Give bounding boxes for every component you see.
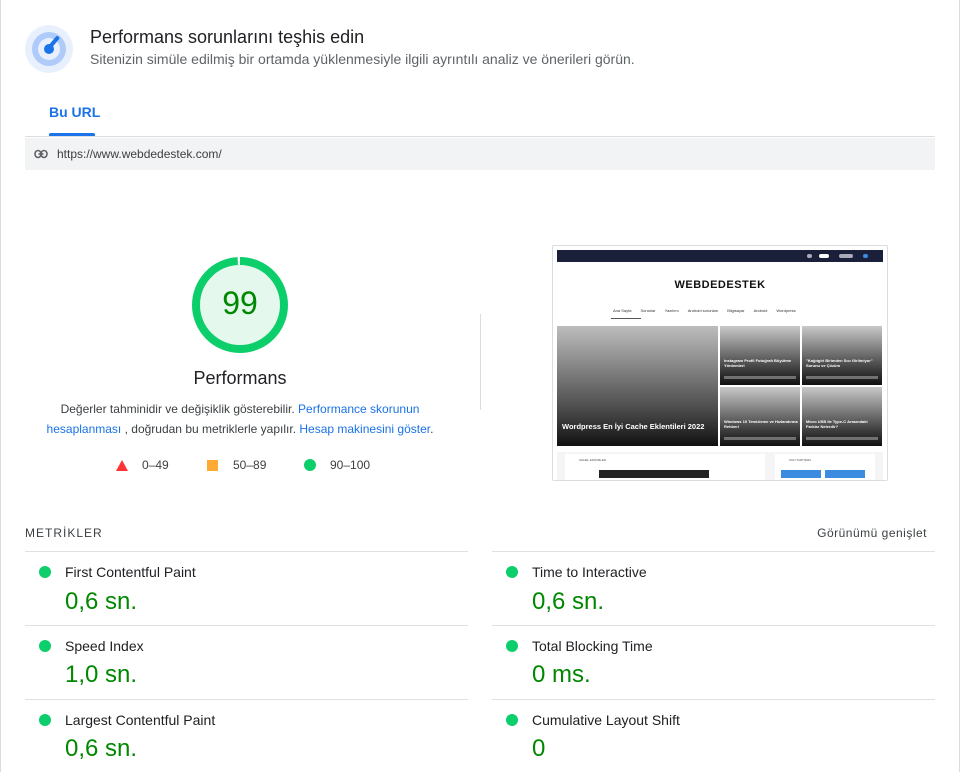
preview-card-title: "Kağıtgiri Birimden Sıcı Girilmiyor" Sor… (806, 358, 873, 368)
preview-nav-item: Wordpress (776, 308, 796, 313)
performance-score: 99 (222, 285, 258, 321)
section-title: Performans sorunlarını teşhis edin (90, 27, 365, 47)
preview-section-right: SON TARTIŞMA (789, 458, 812, 462)
metric-divider (492, 699, 935, 700)
metric-status-icon (506, 640, 518, 652)
metric-si-value: 1,0 sn. (65, 661, 138, 688)
metric-tbt-name: Total Blocking Time (532, 638, 653, 654)
preview-card-title: Micro USB ile Type-C Arasındaki Farklar … (806, 419, 868, 429)
preview-nav-item: Bilgisayar (727, 308, 745, 313)
metric-status-icon (39, 640, 51, 652)
legend-fail-range: 0–49 (142, 458, 169, 472)
description-text-1: Değerler tahminidir ve değişiklik göster… (60, 402, 299, 416)
preview-card: Windows 10 Temizleme ve Hızlandırma Rehb… (720, 387, 800, 446)
preview-topbar (557, 250, 883, 262)
metric-divider (492, 625, 935, 626)
page-screenshot-thumbnail: WEBDEDESTEK Ana Sayfa Sorunlar Yazılımı And… (552, 245, 888, 481)
calculator-link[interactable]: Hesap makinesini göster (299, 422, 430, 436)
description-text-2: , doğrudan bu metriklerle yapılır. (121, 422, 300, 436)
preview-nav-item: Ana Sayfa (613, 308, 632, 313)
metric-si-name: Speed Index (65, 638, 144, 654)
metric-lcp-name: Largest Contentful Paint (65, 712, 216, 728)
preview-nav-item: Yazılımı (664, 308, 679, 313)
metric-tti-value: 0,6 sn. (532, 588, 605, 615)
metric-tbt-value: 0 ms. (532, 661, 591, 688)
preview-bottom-section: GENEL ERİŞİMLER SON TARTIŞMA (557, 452, 883, 480)
preview-nav-item: Sorunlar (640, 308, 656, 313)
average-square-icon (207, 460, 218, 471)
preview-logo: WEBDEDESTEK (674, 279, 766, 291)
preview-nav-underline (611, 318, 641, 319)
preview-nav-item: Android (753, 308, 768, 313)
preview-card-title: Instagram Profil Fotoğrafı Büyütme Yönte… (724, 358, 792, 368)
metric-fcp-name: First Contentful Paint (65, 564, 196, 580)
metric-divider (25, 551, 468, 552)
fail-triangle-icon (116, 460, 128, 471)
description-text-3: . (430, 422, 434, 436)
link-icon (34, 149, 48, 159)
analyzed-url: https://www.webdedestek.com/ (57, 147, 222, 161)
metric-cls-name: Cumulative Layout Shift (532, 712, 680, 728)
metric-lcp-value: 0,6 sn. (65, 735, 138, 762)
metric-status-icon (39, 714, 51, 726)
preview-section-left: GENEL ERİŞİMLER (579, 458, 607, 462)
metric-tti-name: Time to Interactive (532, 564, 647, 580)
metric-divider (25, 625, 468, 626)
metric-divider (25, 699, 468, 700)
tab-this-url[interactable]: Bu URL (49, 104, 100, 120)
expand-view-toggle[interactable]: Görünümü genişlet (817, 526, 927, 540)
metric-cls-value: 0 (532, 735, 546, 762)
pass-circle-icon (304, 459, 316, 471)
performance-label: Performans (193, 368, 287, 388)
preview-card: "Kağıtgiri Birimden Sıcı Girilmiyor" Sor… (802, 326, 882, 385)
metric-fcp-value: 0,6 sn. (65, 588, 138, 615)
preview-hero-image: Wordpress En İyi Cache Eklentileri 2022 (557, 326, 718, 446)
score-description: Değerler tahminidir ve değişiklik göster… (40, 399, 440, 439)
speed-gauge-icon (25, 25, 73, 73)
metrics-heading: METRİKLER (25, 526, 103, 540)
metric-status-icon (39, 566, 51, 578)
preview-card: Instagram Profil Fotoğrafı Büyütme Yönte… (720, 326, 800, 385)
legend-average-range: 50–89 (233, 458, 267, 472)
preview-hero-title: Wordpress En İyi Cache Eklentileri 2022 (562, 422, 705, 431)
section-subtitle: Sitenizin simüle edilmiş bir ortamda yük… (90, 51, 635, 67)
metric-divider (492, 551, 935, 552)
preview-card: Micro USB ile Type-C Arasındaki Farklar … (802, 387, 882, 446)
tab-divider (25, 136, 935, 137)
preview-nav-item: Android sorunları (687, 308, 719, 313)
preview-nav: Ana Sayfa Sorunlar Yazılımı Android sorunla… (613, 308, 805, 313)
legend-pass-range: 90–100 (330, 458, 371, 472)
preview-card-title: Windows 10 Temizleme ve Hızlandırma Rehb… (724, 419, 798, 429)
metric-status-icon (506, 566, 518, 578)
url-bar: https://www.webdedestek.com/ (25, 138, 935, 170)
vertical-divider (480, 314, 481, 410)
metric-status-icon (506, 714, 518, 726)
